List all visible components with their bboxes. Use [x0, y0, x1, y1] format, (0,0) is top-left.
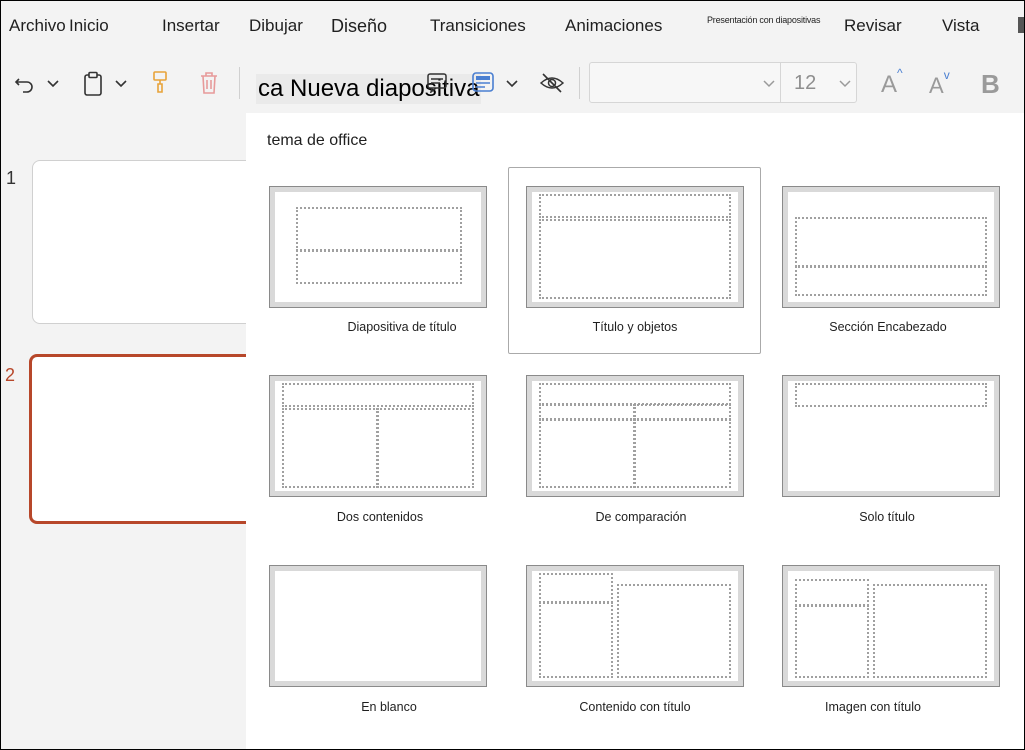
clipboard-icon[interactable] [79, 69, 107, 99]
app-window: Archivo Inicio Insertar Dibujar Diseño T… [0, 0, 1025, 750]
placeholder [539, 573, 613, 603]
layout-label: Diapositiva de título [347, 320, 457, 334]
placeholder [539, 219, 731, 299]
font-name-chevron-icon[interactable] [759, 73, 779, 93]
layout-titulo-diapositiva[interactable] [269, 186, 487, 308]
font-size-chevron-icon[interactable] [835, 73, 855, 93]
menu-transiciones[interactable]: Transiciones [430, 16, 526, 36]
grow-font-icon[interactable]: A^ [881, 66, 903, 99]
placeholder [282, 383, 474, 407]
paintbrush-icon[interactable] [148, 68, 172, 98]
placeholder [795, 605, 869, 678]
font-selector-group [589, 62, 857, 103]
layout-en-blanco[interactable] [269, 565, 487, 687]
undo-dropdown-chevron-icon[interactable] [43, 73, 63, 93]
shrink-font-letter: A [929, 73, 944, 98]
placeholder [377, 408, 474, 488]
placeholder [282, 408, 378, 488]
menu-bar: Archivo Inicio Insertar Dibujar Diseño T… [1, 1, 1024, 51]
thumbnail-number: 2 [5, 365, 16, 385]
placeholder [795, 579, 869, 606]
layout-dropdown-chevron-icon[interactable] [502, 73, 522, 93]
menu-overflow-edge [1018, 17, 1024, 33]
placeholder [873, 584, 987, 678]
grow-font-letter: A [881, 71, 898, 98]
menu-inicio[interactable]: Inicio [69, 16, 109, 36]
shrink-font-icon[interactable]: Av [929, 68, 950, 99]
menu-diseno[interactable]: Diseño [331, 16, 387, 37]
placeholder [795, 217, 987, 267]
placeholder [539, 602, 613, 678]
layout-label: En blanco [361, 700, 417, 714]
font-box-divider [780, 63, 781, 102]
layout-seccion-encabezado[interactable] [782, 186, 1000, 308]
layout-gallery-dropdown: tema de office Diapositiva de título Tít… [246, 113, 1024, 749]
layout-label: Contenido con título [579, 700, 691, 714]
menu-vista[interactable]: Vista [942, 16, 980, 36]
menu-insertar[interactable]: Insertar [162, 16, 220, 36]
placeholder [296, 250, 462, 284]
placeholder [634, 404, 731, 420]
layout-label: Sección Encabezado [829, 320, 947, 334]
layout-dos-contenidos[interactable] [269, 375, 487, 497]
layout-contenido-con-titulo[interactable] [526, 565, 744, 687]
toolbar-separator-2 [579, 67, 580, 99]
slide-thumbnail-1[interactable] [32, 160, 262, 324]
placeholder [617, 584, 731, 678]
menu-presentacion[interactable]: Presentación con diapositivas [707, 15, 820, 25]
placeholder [539, 419, 635, 488]
placeholder [795, 383, 987, 407]
bold-button[interactable]: B [981, 69, 1000, 100]
placeholder [539, 194, 731, 218]
font-size-input[interactable]: 12 [794, 72, 816, 95]
undo-icon[interactable] [11, 69, 39, 97]
layout-label: Título y objetos [592, 320, 678, 334]
layout-label: Dos contenidos [336, 510, 424, 524]
trash-icon[interactable] [195, 68, 223, 98]
slide-layout-icon[interactable] [469, 69, 497, 95]
menu-animaciones[interactable]: Animaciones [565, 16, 662, 36]
placeholder [296, 207, 462, 251]
layout-label: Solo título [859, 510, 915, 524]
thumbnail-number: 1 [6, 168, 17, 188]
layout-icon[interactable] [424, 69, 450, 95]
toolbar-separator [239, 67, 240, 99]
layout-label: Imagen con título [825, 700, 921, 714]
layout-titulo-objetos[interactable] [526, 186, 744, 308]
layout-imagen-con-titulo[interactable] [782, 565, 1000, 687]
placeholder [539, 383, 731, 405]
placeholder [634, 419, 731, 488]
menu-dibujar[interactable]: Dibujar [249, 16, 303, 36]
placeholder [539, 404, 635, 420]
placeholder [795, 266, 987, 296]
slide-thumbnail-2[interactable] [29, 354, 265, 524]
layout-label: De comparación [595, 510, 687, 524]
slide-thumbnails-panel: 1 2 [1, 113, 265, 749]
menu-archivo[interactable]: Archivo [9, 16, 66, 36]
layout-solo-titulo[interactable] [782, 375, 1000, 497]
menu-revisar[interactable]: Revisar [844, 16, 902, 36]
hide-slide-icon[interactable] [537, 69, 567, 97]
layout-comparacion[interactable] [526, 375, 744, 497]
theme-title: tema de office [267, 132, 368, 149]
paste-dropdown-chevron-icon[interactable] [111, 73, 131, 93]
